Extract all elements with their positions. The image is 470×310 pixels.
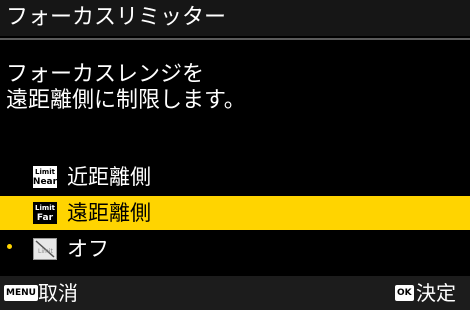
option-near[interactable]: Limit Near 近距離側	[0, 160, 470, 194]
menu-button-icon[interactable]: MENU	[4, 285, 38, 301]
description-line-2: 遠距離側に制限します。	[6, 88, 246, 113]
description-line-1: フォーカスレンジを	[6, 62, 205, 87]
current-setting-dot-icon	[7, 244, 12, 249]
icon-text-bottom: Near	[32, 176, 58, 187]
footer-bar: MENU 取消 OK 決定	[0, 276, 470, 310]
option-off[interactable]: Limit オフ	[0, 232, 470, 266]
limit-far-icon: Limit Far	[33, 202, 57, 224]
ok-button-icon[interactable]: OK	[395, 285, 414, 301]
limit-off-icon: Limit	[33, 238, 57, 260]
option-far[interactable]: Limit Far 遠距離側	[0, 196, 470, 230]
limit-off-slash: Limit	[35, 240, 55, 258]
option-off-label: オフ	[67, 237, 109, 261]
icon-text-top: Limit	[35, 167, 55, 176]
option-near-label: 近距離側	[67, 165, 151, 189]
icon-text-top: Limit	[38, 248, 54, 255]
confirm-label[interactable]: 決定	[416, 276, 456, 310]
cancel-label[interactable]: 取消	[38, 276, 78, 310]
description: フォーカスレンジを 遠距離側に制限します。	[6, 62, 246, 114]
icon-text-top: Limit	[35, 203, 55, 212]
title-divider	[0, 38, 470, 40]
option-list: Limit Near 近距離側 Limit Far 遠距離側 Limit オフ	[0, 160, 470, 268]
option-far-label: 遠距離側	[67, 201, 151, 225]
icon-text-bottom: Far	[36, 212, 54, 223]
limit-near-icon: Limit Near	[33, 166, 57, 188]
screen-title: フォーカスリミッター	[0, 0, 470, 36]
